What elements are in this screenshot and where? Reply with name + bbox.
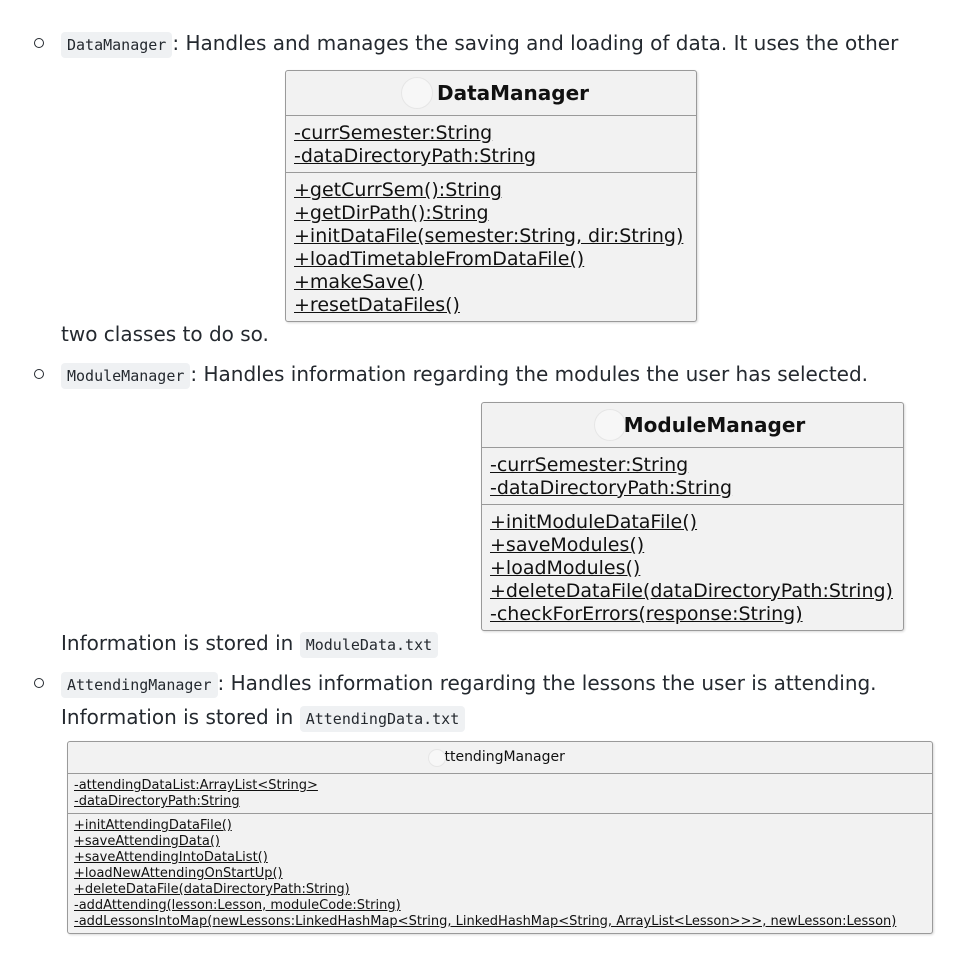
class-name: AttendingManager bbox=[435, 749, 565, 765]
methods-section: +initAttendingDataFile() +saveAttendingD… bbox=[68, 814, 932, 933]
method: +saveAttendingData() bbox=[74, 834, 220, 849]
storage-note: Information is stored in AttendingData.t… bbox=[61, 703, 466, 733]
methods-section: +initModuleDataFile() +saveModules() +lo… bbox=[482, 505, 903, 630]
method: +initAttendingDataFile() bbox=[74, 818, 232, 833]
attribute: -dataDirectoryPath:String bbox=[74, 794, 240, 809]
item-description: : Handles information regarding the modu… bbox=[190, 362, 869, 386]
class-name: DataManager bbox=[436, 81, 590, 105]
inline-code: AttendingManager bbox=[61, 672, 218, 698]
inline-code: DataManager bbox=[61, 32, 173, 58]
class-logo-icon bbox=[428, 748, 446, 767]
attribute: -dataDirectoryPath:String bbox=[490, 477, 733, 499]
method: +resetDataFiles() bbox=[294, 294, 460, 316]
method: +loadTimetableFromDataFile() bbox=[294, 248, 585, 270]
list-bullet bbox=[34, 678, 44, 688]
item-continuation: two classes to do so. bbox=[61, 322, 269, 346]
method: +loadNewAttendingOnStartUp() bbox=[74, 866, 283, 881]
class-box-modulemanager: ModuleManager -currSemester:String -data… bbox=[481, 402, 904, 631]
list-bullet bbox=[34, 38, 44, 48]
inline-code: ModuleManager bbox=[61, 363, 191, 389]
attribute: -currSemester:String bbox=[490, 454, 689, 476]
item-description: : Handles and manages the saving and loa… bbox=[172, 31, 899, 55]
list-item-datamanager: DataManager: Handles and manages the sav… bbox=[61, 29, 898, 59]
method: +getCurrSem():String bbox=[294, 179, 502, 201]
inline-code-filename: AttendingData.txt bbox=[299, 706, 466, 732]
method: +getDirPath():String bbox=[294, 202, 489, 224]
class-logo-icon bbox=[401, 77, 433, 109]
method: -addLessonsIntoMap(newLessons:LinkedHash… bbox=[74, 914, 897, 929]
attribute: -attendingDataList:ArrayList<String> bbox=[74, 778, 318, 793]
item-description: : Handles information regarding the less… bbox=[217, 671, 877, 695]
attributes-section: -currSemester:String -dataDirectoryPath:… bbox=[286, 116, 696, 173]
class-title: DataManager bbox=[286, 71, 696, 116]
class-name: ModuleManager bbox=[623, 413, 806, 437]
list-item-attendingmanager: AttendingManager: Handles information re… bbox=[61, 669, 877, 699]
method: -addAttending(lesson:Lesson, moduleCode:… bbox=[74, 898, 401, 913]
method: +saveModules() bbox=[490, 534, 645, 556]
method: +makeSave() bbox=[294, 271, 424, 293]
list-bullet bbox=[34, 369, 44, 379]
class-box-datamanager: DataManager -currSemester:String -dataDi… bbox=[285, 70, 697, 322]
attributes-section: -currSemester:String -dataDirectoryPath:… bbox=[482, 448, 903, 505]
storage-note: Information is stored in ModuleData.txt bbox=[61, 629, 439, 659]
method: +saveAttendingIntoDataList() bbox=[74, 850, 268, 865]
attribute: -currSemester:String bbox=[294, 122, 493, 144]
method: -checkForErrors(response:String) bbox=[490, 603, 803, 625]
storage-prefix: Information is stored in bbox=[61, 631, 294, 655]
class-box-attendingmanager: AttendingManager -attendingDataList:Arra… bbox=[67, 741, 933, 934]
method: +deleteDataFile(dataDirectoryPath:String… bbox=[74, 882, 350, 897]
class-title: AttendingManager bbox=[68, 742, 932, 774]
list-item-modulemanager: ModuleManager: Handles information regar… bbox=[61, 360, 868, 390]
class-title: ModuleManager bbox=[482, 403, 903, 448]
method: +deleteDataFile(dataDirectoryPath:String… bbox=[490, 580, 893, 602]
method: +initModuleDataFile() bbox=[490, 511, 698, 533]
attribute: -dataDirectoryPath:String bbox=[294, 145, 537, 167]
method: +initDataFile(semester:String, dir:Strin… bbox=[294, 225, 684, 247]
class-logo-icon bbox=[594, 409, 626, 441]
inline-code-filename: ModuleData.txt bbox=[299, 632, 439, 658]
storage-prefix: Information is stored in bbox=[61, 705, 294, 729]
method: +loadModules() bbox=[490, 557, 641, 579]
methods-section: +getCurrSem():String +getDirPath():Strin… bbox=[286, 173, 696, 321]
attributes-section: -attendingDataList:ArrayList<String> -da… bbox=[68, 774, 932, 814]
